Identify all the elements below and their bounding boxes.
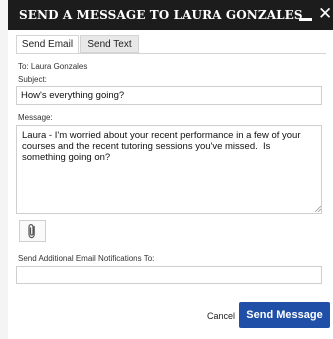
additional-notifications-label: Send Additional Email Notifications To: — [18, 254, 155, 263]
message-label: Message: — [18, 113, 53, 122]
send-message-button[interactable]: Send Message — [239, 302, 330, 328]
minimize-button[interactable] — [299, 9, 313, 23]
paperclip-icon — [28, 223, 35, 239]
tab-send-text[interactable]: Send Text — [80, 35, 139, 53]
recipient-label: To: Laura Gonzales — [18, 62, 88, 71]
close-icon: ✕ — [318, 4, 333, 24]
attach-file-button[interactable] — [19, 220, 46, 242]
subject-input[interactable] — [16, 86, 322, 105]
message-type-tabs: Send Email Send Text — [16, 35, 326, 54]
cancel-button[interactable]: Cancel — [207, 311, 235, 321]
tab-send-email[interactable]: Send Email — [16, 35, 79, 54]
minimize-icon — [299, 18, 312, 21]
dialog-title: SEND A MESSAGE TO LAURA GONZALES — [19, 8, 303, 22]
resize-grip-icon[interactable] — [314, 205, 321, 212]
notification-email-input[interactable] — [16, 266, 322, 284]
subject-label: Subject: — [18, 75, 47, 84]
send-message-dialog: SEND A MESSAGE TO LAURA GONZALES ✕ Send … — [8, 0, 333, 339]
message-textarea[interactable]: Laura - I'm worried about your recent pe… — [16, 125, 322, 214]
close-button[interactable]: ✕ — [318, 5, 333, 23]
dialog-titlebar: SEND A MESSAGE TO LAURA GONZALES ✕ — [8, 0, 333, 30]
